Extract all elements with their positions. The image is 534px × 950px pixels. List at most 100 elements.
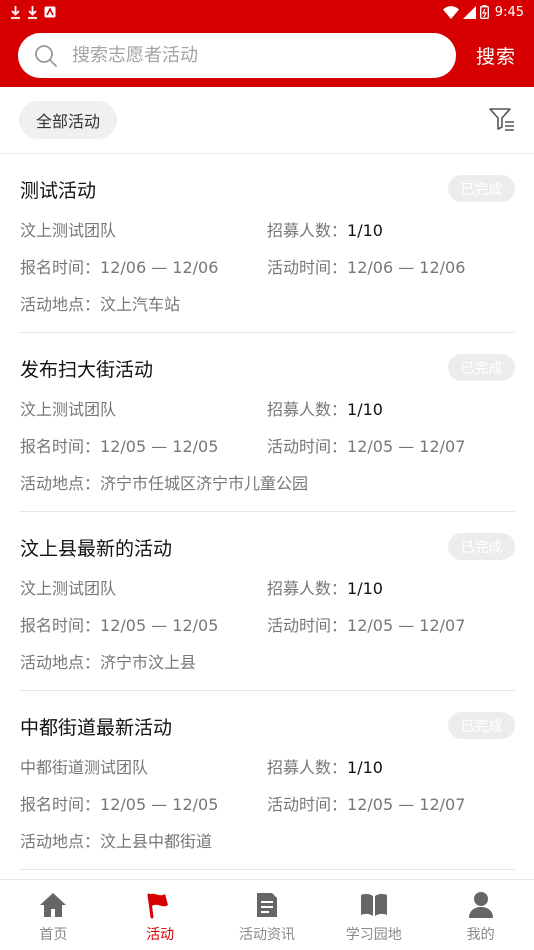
battery-icon bbox=[479, 5, 489, 19]
activity-card[interactable]: 发布扫大街活动 已完成 汶上测试团队 招募人数：1/10 报名时间：12/05 … bbox=[19, 333, 515, 512]
activity-title: 测试活动 bbox=[20, 180, 97, 202]
recruit-label: 招募人数： bbox=[267, 221, 348, 240]
team-name: 汶上测试团队 bbox=[20, 579, 117, 598]
time-row: 报名时间：12/05 — 12/05 活动时间：12/05 — 12/07 bbox=[20, 433, 465, 457]
activity-time-label: 活动时间： bbox=[267, 258, 348, 277]
search-icon bbox=[35, 44, 58, 67]
nav-label: 首页 bbox=[39, 927, 68, 943]
location-value: 汶上县中都街道 bbox=[100, 832, 213, 851]
time-row: 报名时间：12/05 — 12/05 活动时间：12/05 — 12/07 bbox=[20, 612, 465, 636]
location-row: 活动地点： 汶上县中都街道 bbox=[20, 828, 212, 852]
recruit-value: 1/10 bbox=[347, 758, 383, 777]
recruit-count: 招募人数：1/10 bbox=[267, 754, 383, 778]
nav-item-study[interactable]: 学习园地 bbox=[320, 880, 427, 950]
recruit-label: 招募人数： bbox=[267, 579, 348, 598]
recruit-count: 招募人数：1/10 bbox=[267, 396, 383, 420]
wifi-icon bbox=[442, 5, 459, 19]
team-name: 汶上测试团队 bbox=[20, 400, 117, 419]
signup-time: 报名时间：12/05 — 12/05 bbox=[20, 433, 218, 457]
location-value: 济宁市任城区济宁市儿童公园 bbox=[100, 474, 309, 493]
signup-time: 报名时间：12/05 — 12/05 bbox=[20, 612, 218, 636]
download-icon bbox=[28, 5, 37, 19]
activity-card[interactable]: 中都街道最新活动 已完成 中都街道测试团队 招募人数：1/10 报名时间：12/… bbox=[19, 691, 515, 870]
nav-label: 活动 bbox=[146, 927, 175, 943]
location-label: 活动地点： bbox=[20, 653, 101, 672]
status-time: 9:45 bbox=[494, 4, 524, 20]
activity-time-value: 12/05 — 12/07 bbox=[347, 795, 466, 814]
search-input[interactable] bbox=[72, 45, 412, 66]
status-badge: 已完成 bbox=[448, 712, 515, 739]
activity-card[interactable]: 汶上县最新的活动 已完成 汶上测试团队 招募人数：1/10 报名时间：12/05… bbox=[19, 512, 515, 691]
nav-item-activities[interactable]: 活动 bbox=[107, 880, 214, 950]
team-row: 中都街道测试团队 招募人数：1/10 bbox=[20, 754, 383, 778]
news-icon bbox=[252, 890, 282, 920]
time-row: 报名时间：12/05 — 12/05 活动时间：12/05 — 12/07 bbox=[20, 791, 465, 815]
flag-icon bbox=[145, 890, 175, 920]
user-icon bbox=[466, 890, 496, 920]
recruit-count: 招募人数：1/10 bbox=[267, 575, 383, 599]
recruit-label: 招募人数： bbox=[267, 400, 348, 419]
home-icon bbox=[38, 890, 68, 920]
activity-list: 测试活动 已完成 汶上测试团队 招募人数：1/10 报名时间：12/06 — 1… bbox=[0, 154, 534, 870]
location-row: 活动地点： 汶上汽车站 bbox=[20, 291, 180, 315]
team-name: 汶上测试团队 bbox=[20, 221, 117, 240]
location-label: 活动地点： bbox=[20, 474, 101, 493]
filter-bar: 全部活动 bbox=[0, 87, 534, 154]
signup-value: 12/05 — 12/05 bbox=[100, 437, 219, 456]
download-icon bbox=[11, 5, 20, 19]
all-activities-chip[interactable]: 全部活动 bbox=[19, 101, 118, 139]
signup-label: 报名时间： bbox=[20, 258, 101, 277]
recruit-value: 1/10 bbox=[347, 579, 383, 598]
signup-label: 报名时间： bbox=[20, 616, 101, 635]
nav-item-home[interactable]: 首页 bbox=[0, 880, 107, 950]
status-badge: 已完成 bbox=[448, 533, 515, 560]
nav-item-news[interactable]: 活动资讯 bbox=[214, 880, 321, 950]
team-row: 汶上测试团队 招募人数：1/10 bbox=[20, 217, 383, 241]
recruit-value: 1/10 bbox=[347, 400, 383, 419]
nav-label: 活动资讯 bbox=[238, 927, 295, 943]
app-notification-icon bbox=[44, 6, 56, 18]
filter-icon[interactable] bbox=[488, 107, 516, 133]
location-value: 汶上汽车站 bbox=[100, 295, 181, 314]
search-button[interactable]: 搜索 bbox=[476, 42, 516, 69]
activity-time: 活动时间：12/05 — 12/07 bbox=[267, 791, 465, 815]
nav-label: 学习园地 bbox=[345, 927, 402, 943]
activity-time: 活动时间：12/06 — 12/06 bbox=[267, 254, 465, 278]
recruit-label: 招募人数： bbox=[267, 758, 348, 777]
location-value: 济宁市汶上县 bbox=[100, 653, 197, 672]
signup-value: 12/05 — 12/05 bbox=[100, 795, 219, 814]
activity-time-label: 活动时间： bbox=[267, 616, 348, 635]
signup-label: 报名时间： bbox=[20, 795, 101, 814]
team-row: 汶上测试团队 招募人数：1/10 bbox=[20, 396, 383, 420]
book-icon bbox=[359, 890, 389, 920]
signup-time: 报名时间：12/06 — 12/06 bbox=[20, 254, 218, 278]
team-name: 中都街道测试团队 bbox=[20, 758, 149, 777]
search-box[interactable] bbox=[18, 33, 456, 78]
signup-value: 12/05 — 12/05 bbox=[100, 616, 219, 635]
nav-label: 我的 bbox=[466, 927, 495, 943]
activity-time-value: 12/05 — 12/07 bbox=[347, 437, 466, 456]
bottom-nav: 首页 活动 活动资讯 学习园地 我的 bbox=[0, 879, 534, 950]
status-badge: 已完成 bbox=[448, 354, 515, 381]
status-bar: 9:45 bbox=[0, 0, 534, 24]
signal-icon bbox=[462, 5, 476, 19]
activity-time: 活动时间：12/05 — 12/07 bbox=[267, 612, 465, 636]
activity-time-value: 12/06 — 12/06 bbox=[347, 258, 466, 277]
activity-time: 活动时间：12/05 — 12/07 bbox=[267, 433, 465, 457]
nav-item-mine[interactable]: 我的 bbox=[427, 880, 534, 950]
activity-title: 汶上县最新的活动 bbox=[20, 538, 173, 560]
location-label: 活动地点： bbox=[20, 295, 101, 314]
recruit-count: 招募人数：1/10 bbox=[267, 217, 383, 241]
search-header: 搜索 bbox=[0, 24, 534, 87]
activity-title: 发布扫大街活动 bbox=[20, 359, 154, 381]
activity-time-label: 活动时间： bbox=[267, 795, 348, 814]
location-row: 活动地点： 济宁市任城区济宁市儿童公园 bbox=[20, 470, 308, 494]
recruit-value: 1/10 bbox=[347, 221, 383, 240]
activity-title: 中都街道最新活动 bbox=[20, 717, 173, 739]
time-row: 报名时间：12/06 — 12/06 活动时间：12/06 — 12/06 bbox=[20, 254, 465, 278]
signup-value: 12/06 — 12/06 bbox=[100, 258, 219, 277]
activity-card[interactable]: 测试活动 已完成 汶上测试团队 招募人数：1/10 报名时间：12/06 — 1… bbox=[19, 154, 515, 333]
signup-label: 报名时间： bbox=[20, 437, 101, 456]
activity-time-label: 活动时间： bbox=[267, 437, 348, 456]
status-system: 9:45 bbox=[442, 4, 524, 20]
